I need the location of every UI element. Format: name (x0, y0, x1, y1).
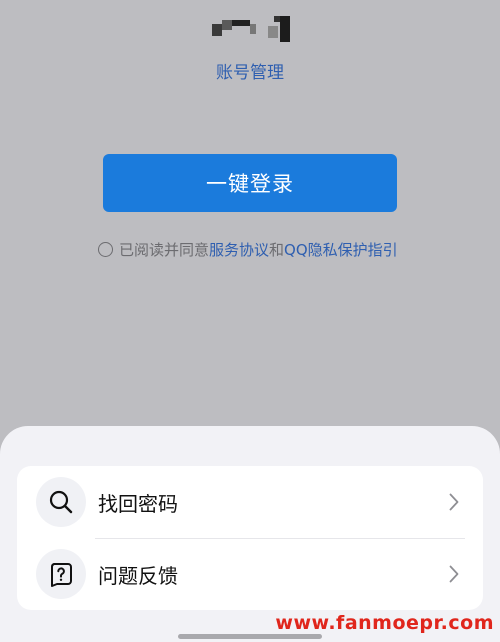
question-box-icon (36, 549, 86, 599)
home-indicator[interactable] (178, 634, 322, 639)
menu-item-feedback[interactable]: 问题反馈 (17, 538, 483, 610)
watermark: www.fanmoepr.com (275, 612, 494, 634)
one-click-login-button[interactable]: 一键登录 (103, 154, 397, 212)
agree-radio[interactable] (98, 241, 113, 257)
privacy-guide-link[interactable]: QQ隐私保护指引 (284, 239, 398, 260)
menu-card: 找回密码 问题反馈 (17, 466, 483, 610)
agreement-row: 已阅读并同意 服务协议 和 QQ隐私保护指引 (98, 238, 398, 260)
account-manage-link[interactable]: 账号管理 (0, 58, 500, 83)
chevron-right-icon (447, 564, 461, 584)
account-id-obscured (210, 16, 292, 44)
menu-item-label: 问题反馈 (98, 563, 178, 588)
agreement-prefix: 已阅读并同意 (119, 240, 210, 259)
menu-item-recover-password[interactable]: 找回密码 (17, 466, 483, 538)
menu-item-label: 找回密码 (98, 491, 178, 516)
agreement-and: 和 (269, 240, 285, 259)
search-icon (36, 477, 86, 527)
chevron-right-icon (447, 492, 461, 512)
service-agreement-link[interactable]: 服务协议 (209, 239, 269, 260)
